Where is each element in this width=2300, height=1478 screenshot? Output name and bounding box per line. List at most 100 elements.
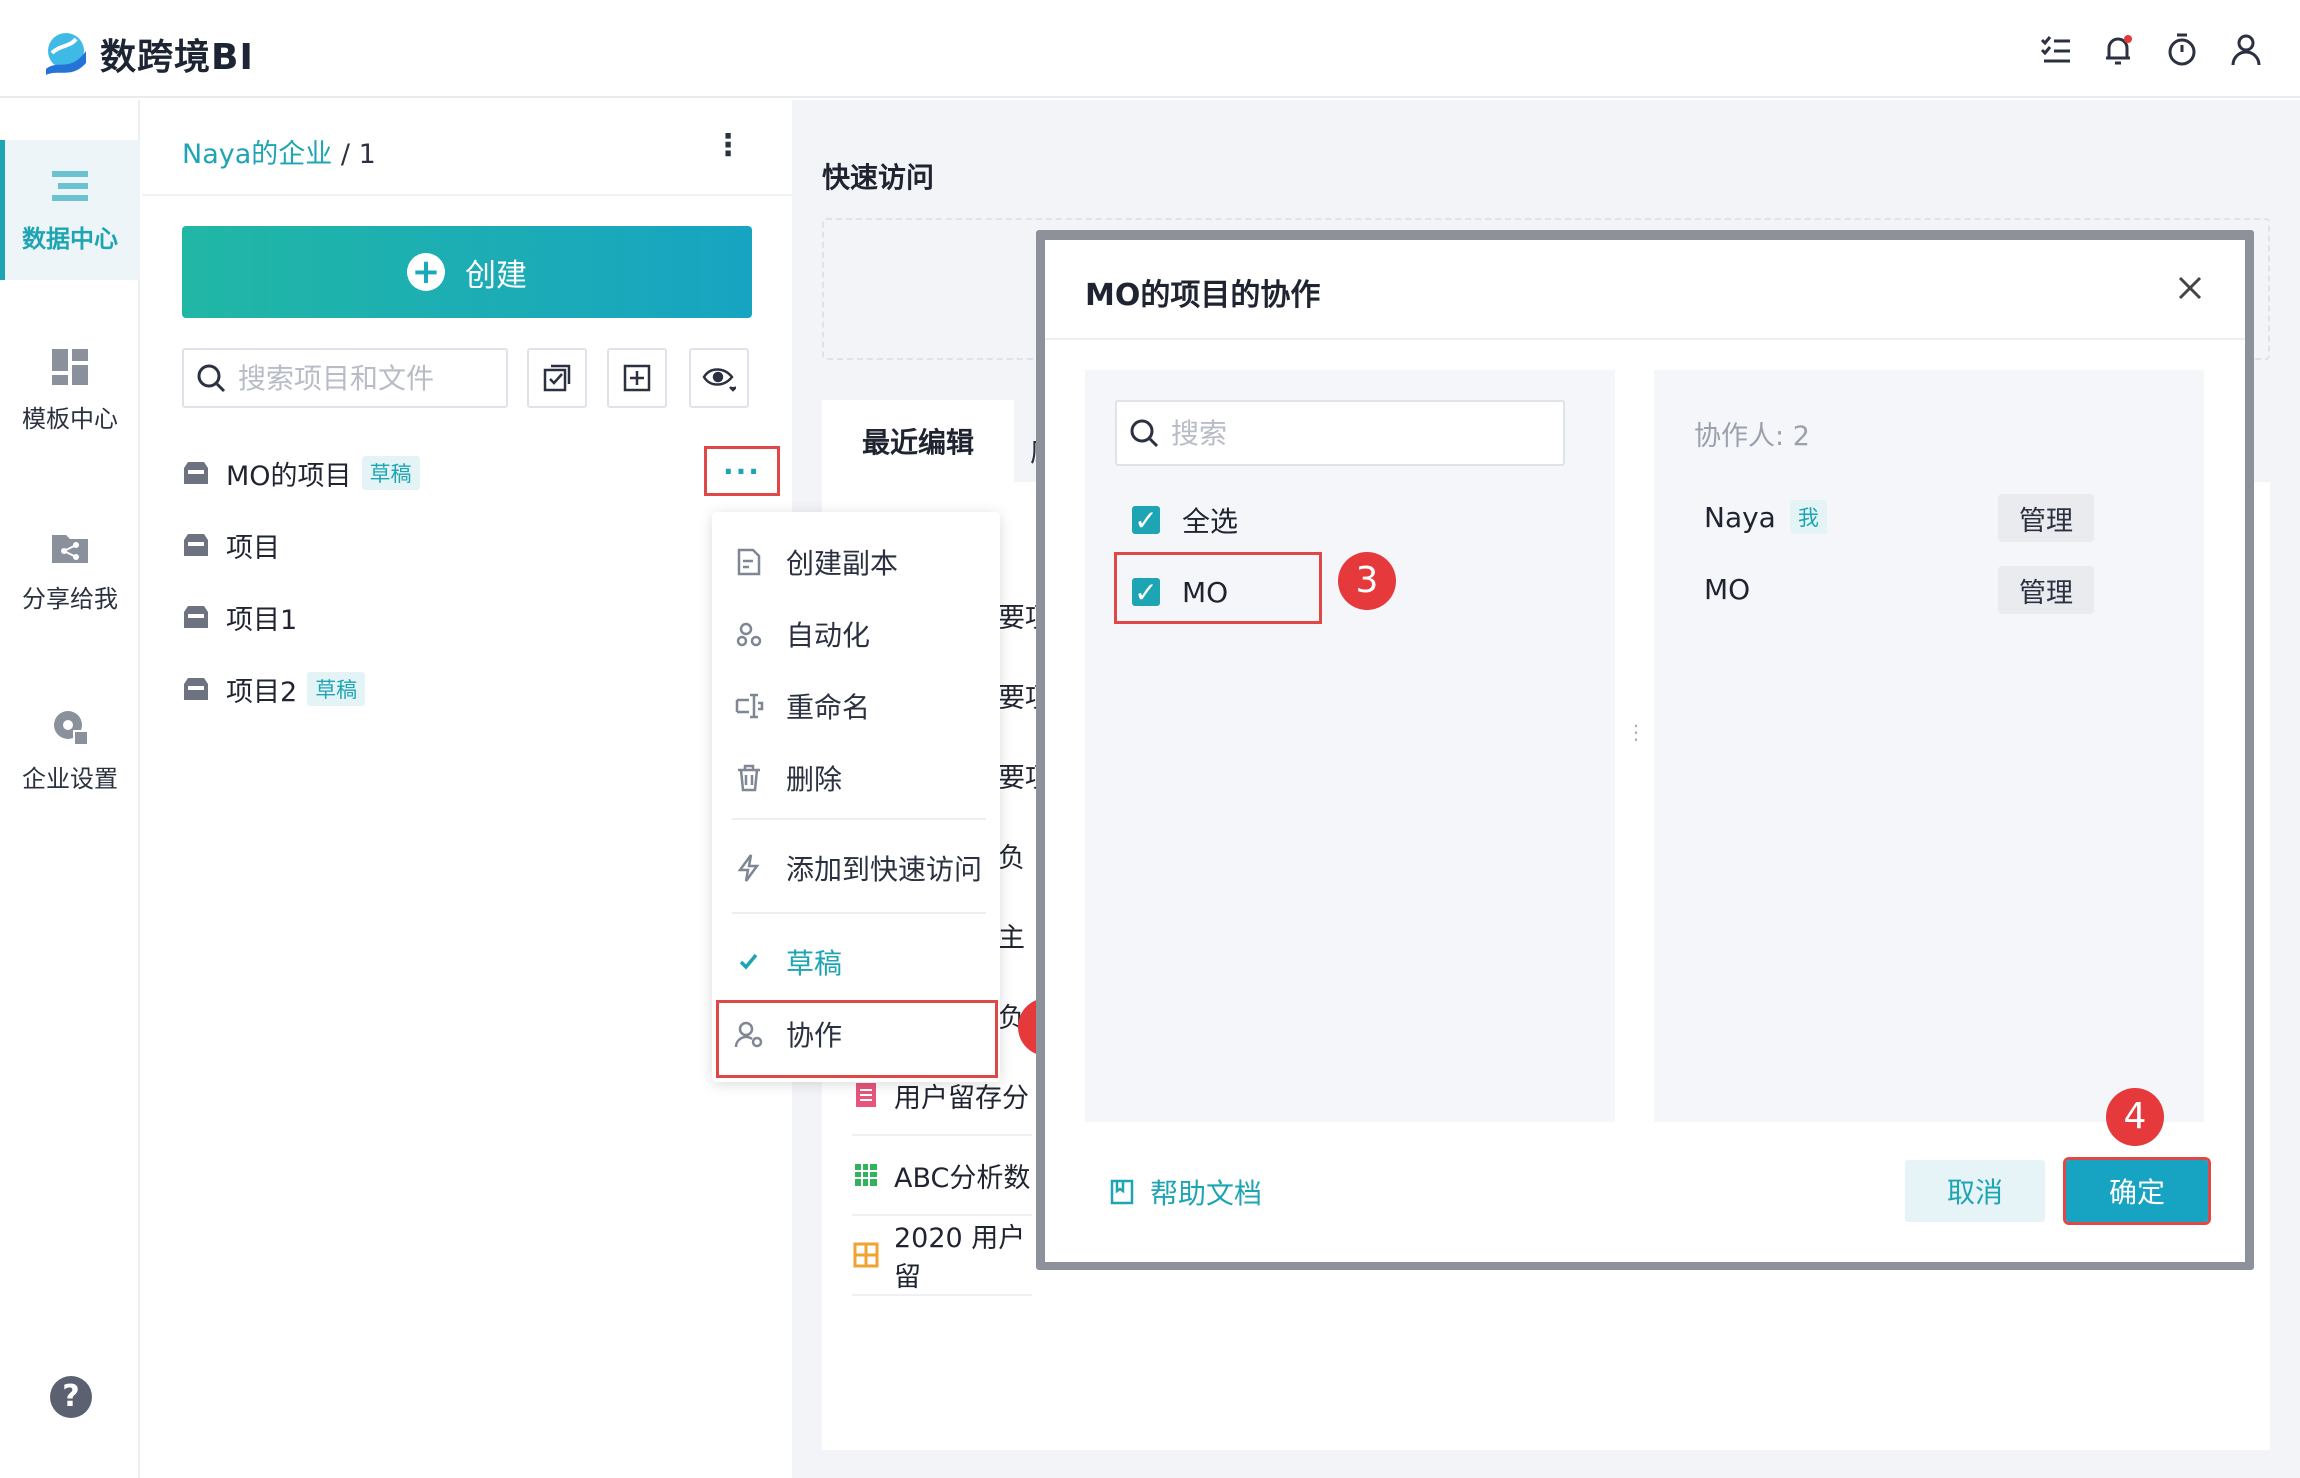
menu-item-label: 删除: [786, 763, 843, 796]
tree-item-project[interactable]: 项目: [182, 522, 280, 568]
tab-recent-edit[interactable]: 最近编辑: [822, 400, 1014, 482]
app-logo[interactable]: 数跨境BI: [40, 28, 254, 80]
project-box-icon: [184, 462, 208, 484]
breadcrumb-root[interactable]: Naya的企业: [182, 139, 332, 170]
nav-item-shared-with-me[interactable]: 分享给我: [0, 500, 140, 640]
member-search[interactable]: [1115, 400, 1565, 466]
timer-icon[interactable]: [2162, 30, 2202, 70]
panel-resize-handle[interactable]: ⋮: [1626, 722, 1646, 754]
dialog-divider: [1045, 338, 2245, 340]
project-box-icon: [184, 606, 208, 628]
row-name: ABC分析数: [894, 1162, 1031, 1194]
plus-icon: +: [407, 253, 445, 291]
table-row[interactable]: ABC分析数: [852, 1136, 1032, 1216]
nav-item-enterprise-settings[interactable]: 企业设置: [0, 680, 140, 820]
row-name: 2020 用户留: [894, 1223, 1026, 1293]
view-filter-button[interactable]: [689, 348, 749, 408]
row-partial-text: 负: [998, 843, 1025, 874]
cancel-button[interactable]: 取消: [1905, 1160, 2045, 1222]
item-more-button[interactable]: ···: [704, 446, 780, 496]
menu-item-label: 重命名: [786, 691, 871, 724]
nav-item-template-center[interactable]: 模板中心: [0, 320, 140, 460]
new-item-button[interactable]: [607, 348, 667, 408]
tree-item-label: MO的项目: [226, 460, 352, 492]
checkbox-multi-icon: [543, 364, 571, 392]
menu-divider: [732, 912, 986, 914]
collaborator-row: MO: [1704, 566, 1750, 612]
nav-item-label: 模板中心: [22, 404, 118, 433]
top-bar: [0, 0, 2300, 98]
panel-more-icon[interactable]: ⋮: [710, 128, 746, 168]
member-select-panel: [1085, 370, 1615, 1122]
check-icon: [739, 953, 758, 970]
batch-select-button[interactable]: [527, 348, 587, 408]
search-icon: [1130, 419, 1159, 448]
bell-icon[interactable]: [2098, 30, 2138, 70]
menu-item-label: 添加到快速访问: [786, 853, 983, 886]
table-row[interactable]: 2020 用户留: [852, 1216, 1032, 1296]
nav-item-data-center[interactable]: 数据中心: [0, 140, 140, 280]
enterprise-settings-icon: [54, 710, 89, 746]
menu-item-automation[interactable]: 自动化: [712, 602, 1000, 666]
checkbox-checked-icon: ✓: [1132, 504, 1160, 537]
project-box-icon: [184, 534, 208, 556]
role-select-button[interactable]: 管理: [1998, 566, 2094, 614]
tree-item-project-1[interactable]: 项目1: [182, 594, 297, 640]
member-search-input[interactable]: [1171, 416, 1551, 450]
close-icon[interactable]: [2170, 268, 2210, 308]
create-button[interactable]: + 创建: [182, 226, 752, 318]
create-button-label: 创建: [465, 257, 527, 294]
menu-item-add-quick-access[interactable]: 添加到快速访问: [712, 836, 1000, 900]
add-square-icon: [623, 364, 651, 392]
lightning-icon: [737, 854, 760, 882]
confirm-button[interactable]: 确定: [2063, 1157, 2211, 1225]
collaborator-row: Naya 我: [1704, 494, 1827, 540]
tree-item-mo-project[interactable]: MO的项目 草稿: [182, 450, 420, 496]
logo-icon: [46, 33, 86, 75]
project-search-input[interactable]: [238, 361, 488, 395]
tree-item-project-2[interactable]: 项目2 草稿: [182, 666, 366, 712]
role-select-button[interactable]: 管理: [1998, 494, 2094, 542]
project-box-icon: [184, 678, 208, 700]
draft-badge: 草稿: [307, 672, 366, 706]
help-icon[interactable]: ?: [50, 1376, 92, 1418]
help-doc-link[interactable]: 帮助文档: [1108, 1172, 1262, 1212]
row-partial-text: 主: [998, 923, 1025, 954]
draft-badge: 草稿: [361, 456, 420, 490]
nav-active-indicator: [0, 140, 5, 280]
breadcrumb: Naya的企业 / 1: [182, 132, 376, 171]
collaborator-panel: [1654, 370, 2204, 1122]
trash-icon: [738, 764, 760, 792]
menu-item-label: 创建副本: [786, 547, 899, 580]
rename-icon: [735, 693, 764, 719]
menu-divider: [732, 818, 986, 820]
collaborator-count-label: 协作人:: [1694, 421, 1785, 452]
search-icon: [197, 364, 226, 393]
menu-item-rename[interactable]: 重命名: [712, 674, 1000, 738]
user-icon[interactable]: [2226, 30, 2266, 70]
menu-item-label: 草稿: [786, 947, 843, 980]
me-badge: 我: [1789, 500, 1827, 534]
doc-icon: [856, 1083, 876, 1107]
menu-item-delete[interactable]: 删除: [712, 746, 1000, 810]
tree-item-label: 项目2: [226, 676, 298, 708]
help-doc-label: 帮助文档: [1150, 1177, 1263, 1210]
template-icon: [52, 348, 88, 385]
checklist-icon[interactable]: [2036, 30, 2076, 70]
collaborator-name: MO: [1704, 572, 1751, 606]
app-logo-text: 数跨境BI: [100, 37, 254, 78]
select-all-checkbox[interactable]: ✓ 全选: [1132, 500, 1238, 540]
menu-item-create-copy[interactable]: 创建副本: [712, 530, 1000, 594]
table-icon: [855, 1164, 877, 1186]
tree-item-label: 项目1: [226, 604, 298, 636]
step-marker-4: 4: [2106, 1088, 2164, 1146]
menu-item-draft[interactable]: 草稿: [712, 930, 1000, 994]
project-search[interactable]: [182, 348, 508, 408]
collaborator-count-value: 2: [1792, 421, 1810, 452]
collaborator-name: Naya: [1704, 500, 1776, 534]
automation-icon: [736, 622, 762, 647]
book-icon: [1110, 1179, 1134, 1205]
share-folder-icon: [52, 534, 88, 563]
nav-item-label: 企业设置: [22, 764, 118, 793]
nav-item-label: 数据中心: [22, 224, 118, 253]
